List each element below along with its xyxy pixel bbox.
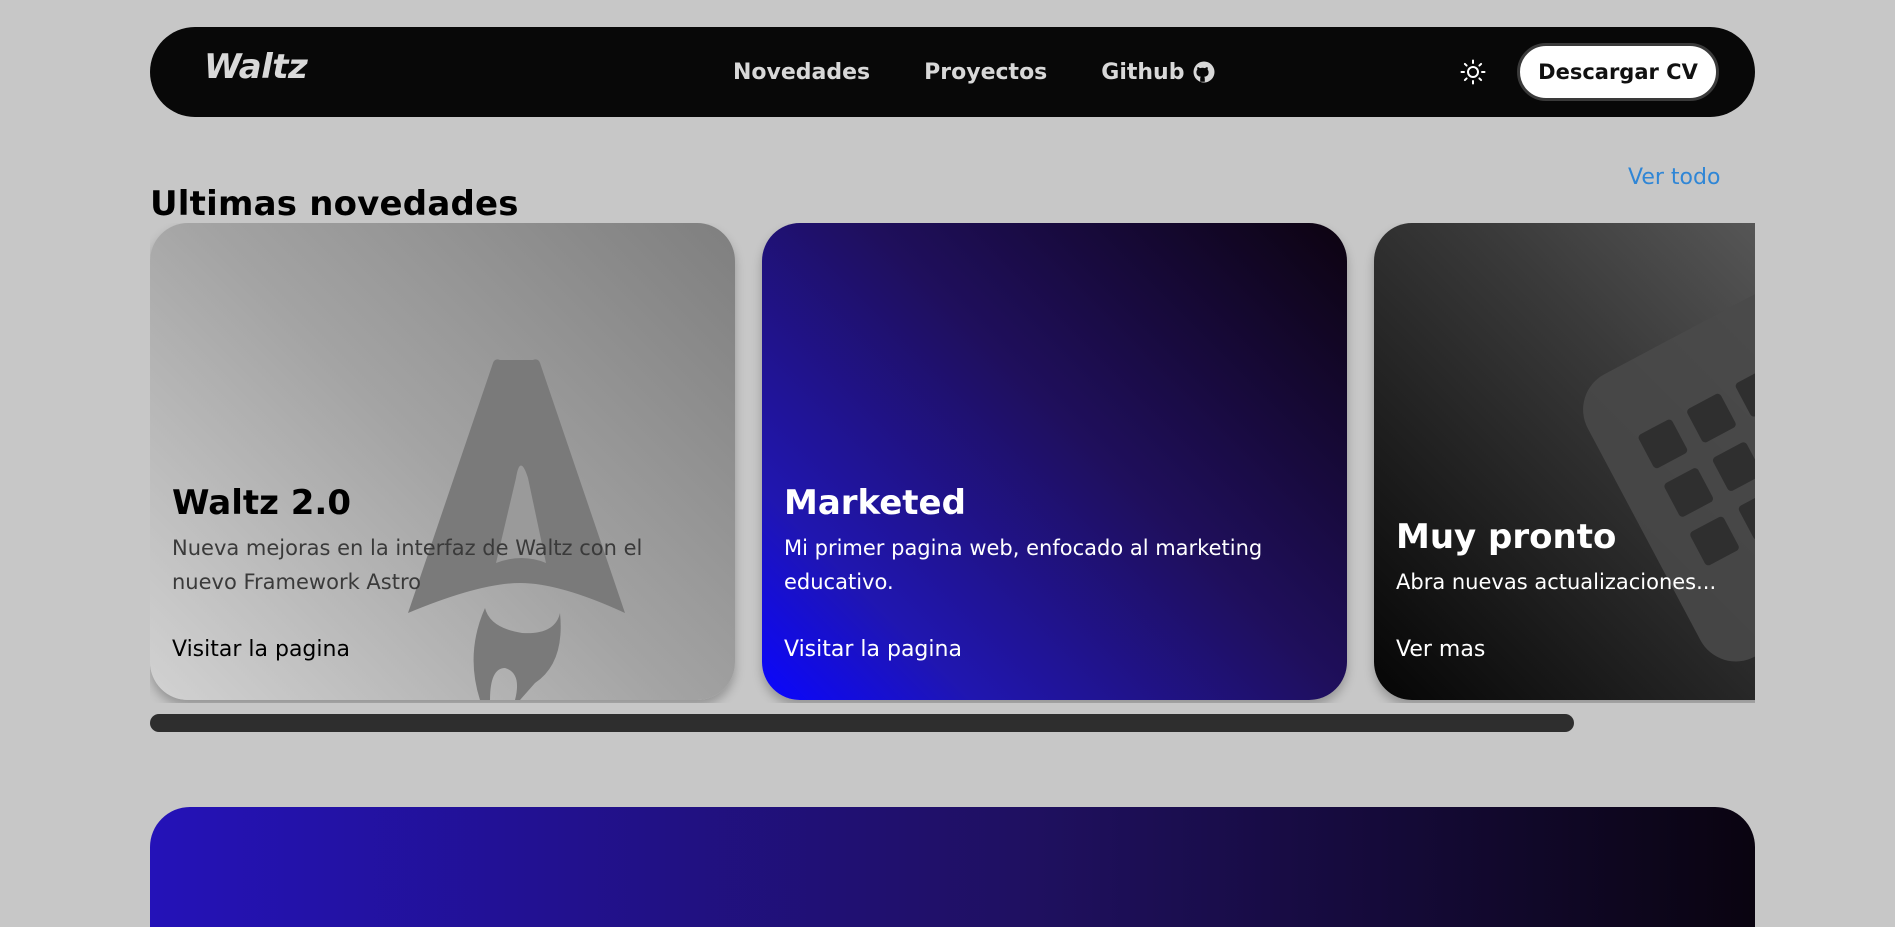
- download-cv-button[interactable]: Descargar CV: [1517, 43, 1719, 101]
- sun-icon: [1460, 59, 1486, 85]
- news-card-marketed[interactable]: Marketed Mi primer pagina web, enfocado …: [762, 223, 1347, 700]
- logo[interactable]: Waltz: [204, 47, 308, 87]
- news-card-coming-soon[interactable]: Muy pronto Abra nuevas actualizaciones..…: [1374, 223, 1755, 700]
- nav-link-proyectos[interactable]: Proyectos: [924, 60, 1047, 85]
- news-card-waltz[interactable]: Waltz 2.0 Nueva mejoras en la interfaz d…: [150, 223, 735, 700]
- theme-toggle-button[interactable]: [1455, 54, 1491, 90]
- visit-page-link[interactable]: Visitar la pagina: [172, 637, 350, 662]
- visit-page-link[interactable]: Visitar la pagina: [784, 637, 962, 662]
- navbar: Waltz Novedades Proyectos Github Descarg…: [150, 27, 1755, 117]
- card-content: Muy pronto Abra nuevas actualizaciones..…: [1396, 517, 1755, 700]
- news-carousel[interactable]: Waltz 2.0 Nueva mejoras en la interfaz d…: [150, 223, 1755, 703]
- card-content: Marketed Mi primer pagina web, enfocado …: [784, 483, 1325, 700]
- featured-banner: [150, 807, 1755, 927]
- card-title: Muy pronto: [1396, 517, 1617, 557]
- see-more-link[interactable]: Ver mas: [1396, 637, 1485, 662]
- nav-link-label: Novedades: [733, 59, 871, 85]
- card-description: Abra nuevas actualizaciones...: [1396, 570, 1717, 594]
- nav-link-label: Proyectos: [924, 59, 1048, 85]
- card-description: Mi primer pagina web, enfocado al market…: [784, 536, 1263, 594]
- card-description: Nueva mejoras en la interfaz de Waltz co…: [172, 536, 643, 594]
- main-nav: Novedades Proyectos Github: [733, 27, 1216, 117]
- see-all-link[interactable]: Ver todo: [1628, 165, 1720, 190]
- section-title: Ultimas novedades: [150, 184, 519, 225]
- carousel-scrollbar[interactable]: [150, 714, 1574, 732]
- card-title: Marketed: [784, 483, 966, 523]
- nav-link-github[interactable]: Github: [1101, 60, 1216, 85]
- nav-link-label: Github: [1101, 59, 1185, 85]
- nav-link-novedades[interactable]: Novedades: [733, 60, 870, 85]
- github-icon: [1193, 61, 1215, 83]
- card-title: Waltz 2.0: [172, 483, 351, 523]
- card-content: Waltz 2.0 Nueva mejoras en la interfaz d…: [172, 483, 713, 700]
